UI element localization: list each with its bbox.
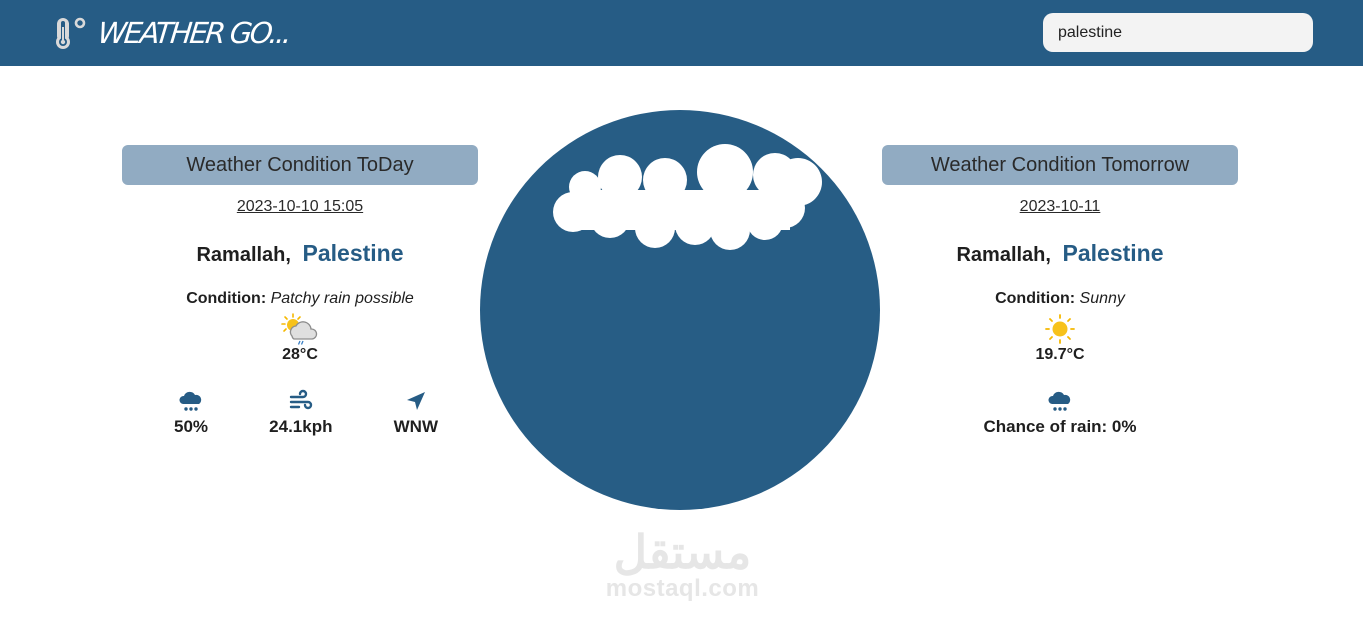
navbar: WEATHER GO... bbox=[0, 0, 1363, 66]
tomorrow-rain-stat: Chance of rain: 0% bbox=[882, 389, 1238, 437]
today-stats: 50% 24.1kph WNW bbox=[122, 389, 478, 437]
tomorrow-card: Weather Condition Tomorrow 2023-10-11 Ra… bbox=[882, 145, 1238, 437]
tomorrow-condition-label: Condition: bbox=[995, 290, 1076, 307]
brand-title: WEATHER GO... bbox=[96, 16, 292, 50]
wind-speed-stat: 24.1kph bbox=[269, 389, 332, 437]
today-datetime: 2023-10-10 15:05 bbox=[236, 198, 364, 215]
direction-arrow-icon bbox=[406, 392, 425, 410]
today-location: Ramallah, Palestine bbox=[122, 241, 478, 267]
today-city: Ramallah, bbox=[196, 244, 291, 266]
today-country: Palestine bbox=[302, 240, 404, 266]
today-card: Weather Condition ToDay 2023-10-10 15:05… bbox=[122, 145, 478, 437]
wind-speed-value: 24.1kph bbox=[269, 417, 333, 436]
tomorrow-city: Ramallah, bbox=[956, 244, 1051, 266]
tomorrow-rain-chance: Chance of rain: 0% bbox=[983, 417, 1137, 436]
tomorrow-date: 2023-10-11 bbox=[1019, 198, 1101, 215]
tomorrow-country: Palestine bbox=[1062, 240, 1164, 266]
cloud-rain-icon bbox=[1048, 391, 1071, 411]
rain-chance-stat: 50% bbox=[174, 389, 208, 437]
tomorrow-temperature: 19.7°C bbox=[1035, 346, 1085, 363]
watermark: مستقل mostaql.com bbox=[595, 528, 770, 602]
watermark-latin: mostaql.com bbox=[605, 575, 760, 602]
rain-cloud-illustration bbox=[480, 110, 880, 510]
sun-icon bbox=[1045, 314, 1075, 344]
today-header: Weather Condition ToDay bbox=[122, 145, 478, 185]
tomorrow-header: Weather Condition Tomorrow bbox=[882, 145, 1238, 185]
tomorrow-condition: Condition: Sunny bbox=[882, 290, 1238, 308]
cloud-rain-icon bbox=[179, 391, 202, 411]
watermark-arabic: مستقل bbox=[613, 526, 752, 578]
wind-direction-value: WNW bbox=[393, 417, 438, 436]
rain-chance-value: 50% bbox=[174, 417, 209, 436]
tomorrow-condition-value: Sunny bbox=[1079, 290, 1125, 307]
thermometer-degree-icon bbox=[56, 17, 86, 49]
search-input[interactable] bbox=[1043, 13, 1313, 52]
today-condition-label: Condition: bbox=[186, 290, 267, 307]
tomorrow-location: Ramallah, Palestine bbox=[882, 241, 1238, 267]
today-temperature: 28°C bbox=[282, 346, 318, 363]
brand-logo[interactable]: WEATHER GO... bbox=[54, 14, 292, 52]
patchy-rain-icon bbox=[281, 313, 318, 345]
today-condition: Condition: Patchy rain possible bbox=[122, 290, 478, 308]
today-condition-value: Patchy rain possible bbox=[270, 290, 414, 307]
wind-icon bbox=[289, 389, 312, 410]
wind-direction-stat: WNW bbox=[394, 389, 438, 437]
